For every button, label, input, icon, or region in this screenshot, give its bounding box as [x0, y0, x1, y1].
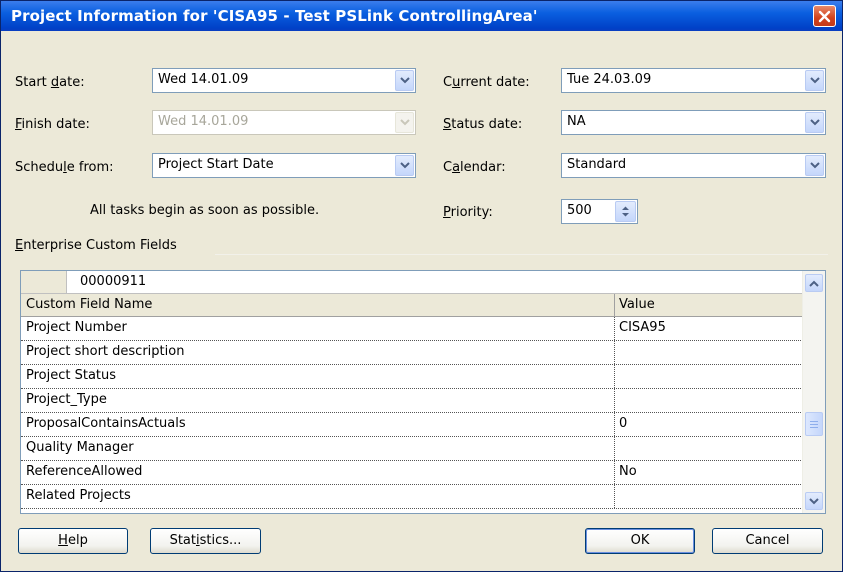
cancel-button[interactable]: Cancel	[712, 528, 823, 554]
status-date-combo[interactable]: NA	[561, 110, 826, 135]
schedule-from-combo[interactable]: Project Start Date	[152, 153, 416, 178]
table-row[interactable]: Project_Type	[21, 389, 803, 413]
close-icon	[818, 10, 831, 23]
column-divider[interactable]	[614, 294, 615, 316]
finish-date-value: Wed 14.01.09	[158, 114, 249, 129]
vertical-scrollbar[interactable]	[802, 271, 825, 513]
finish-date-dropdown-button	[395, 112, 414, 133]
calendar-combo[interactable]: Standard	[561, 153, 826, 178]
current-date-dropdown-button[interactable]	[805, 70, 824, 91]
field-name-cell[interactable]: ReferenceAllowed	[26, 464, 142, 479]
column-header-value[interactable]: Value	[619, 297, 655, 312]
priority-spin-button[interactable]	[615, 201, 636, 222]
calendar-dropdown-button[interactable]	[805, 155, 824, 176]
status-date-label: Status date:	[443, 117, 523, 132]
title-bar[interactable]: Project Information for 'CISA95 - Test P…	[1, 1, 842, 31]
edit-bar-value[interactable]: 00000911	[80, 274, 146, 289]
scroll-thumb[interactable]	[805, 412, 823, 436]
field-value-cell[interactable]: No	[619, 464, 637, 479]
priority-label: Priority:	[443, 205, 493, 220]
scroll-up-button[interactable]	[805, 274, 823, 292]
cell-divider	[614, 485, 615, 508]
cell-divider	[614, 389, 615, 412]
field-name-cell[interactable]: Project_Type	[26, 392, 107, 407]
priority-value: 500	[567, 203, 592, 218]
table-row[interactable]: Project short description	[21, 341, 803, 365]
project-information-dialog: Project Information for 'CISA95 - Test P…	[0, 0, 843, 572]
cell-divider	[614, 413, 615, 436]
grid-header: Custom Field Name Value	[21, 294, 803, 317]
field-name-cell[interactable]: ProposalContainsActuals	[26, 416, 186, 431]
schedule-from-label: Schedule from:	[15, 160, 114, 175]
cell-divider	[614, 365, 615, 388]
table-row[interactable]: Quality Manager	[21, 437, 803, 461]
help-button[interactable]: Help	[18, 528, 128, 554]
dialog-body: Start date: Wed 14.01.09 Finish date: We…	[5, 31, 838, 567]
custom-fields-grid[interactable]: 00000911 Custom Field Name Value Project…	[20, 270, 826, 514]
field-value-cell[interactable]: CISA95	[619, 320, 666, 335]
field-name-cell[interactable]: Quality Manager	[26, 440, 134, 455]
chevron-down-icon	[400, 162, 410, 169]
cell-divider	[614, 317, 615, 340]
start-date-dropdown-button[interactable]	[395, 70, 414, 91]
table-row[interactable]: Related Projects	[21, 485, 803, 509]
chevron-down-icon	[400, 77, 410, 84]
edit-bar-handle	[21, 271, 67, 293]
chevron-down-icon	[810, 162, 820, 169]
start-date-combo[interactable]: Wed 14.01.09	[152, 68, 416, 93]
spin-arrows-icon	[622, 206, 629, 217]
statistics-button[interactable]: Statistics...	[150, 528, 261, 554]
schedule-from-value: Project Start Date	[158, 157, 274, 172]
cell-divider	[614, 341, 615, 364]
scroll-down-button[interactable]	[805, 492, 823, 510]
ok-button[interactable]: OK	[585, 528, 695, 554]
table-row[interactable]: Project Status	[21, 365, 803, 389]
field-name-cell[interactable]: Project short description	[26, 344, 184, 359]
chevron-down-icon	[809, 498, 819, 505]
chevron-down-icon	[810, 119, 820, 126]
grip-line	[810, 424, 818, 425]
grip-line	[810, 421, 818, 422]
field-name-cell[interactable]: Project Number	[26, 320, 127, 335]
finish-date-label: Finish date:	[15, 117, 90, 132]
calendar-value: Standard	[567, 157, 627, 172]
grid-edit-bar[interactable]: 00000911	[21, 271, 803, 294]
group-separator	[215, 254, 828, 255]
table-row[interactable]: ReferenceAllowed No	[21, 461, 803, 485]
finish-date-combo: Wed 14.01.09	[152, 110, 416, 135]
close-button[interactable]	[813, 5, 836, 27]
field-name-cell[interactable]: Project Status	[26, 368, 116, 383]
start-date-value: Wed 14.01.09	[158, 72, 249, 87]
grip-line	[810, 427, 818, 428]
current-date-combo[interactable]: Tue 24.03.09	[561, 68, 826, 93]
status-date-value: NA	[567, 114, 586, 129]
cell-divider	[614, 461, 615, 484]
enterprise-custom-fields-label: Enterprise Custom Fields	[15, 238, 177, 253]
column-header-name[interactable]: Custom Field Name	[26, 297, 152, 312]
field-name-cell[interactable]: Related Projects	[26, 488, 131, 503]
dialog-title: Project Information for 'CISA95 - Test P…	[11, 7, 538, 25]
schedule-note: All tasks begin as soon as possible.	[90, 203, 320, 218]
calendar-label: Calendar:	[443, 160, 506, 175]
cell-divider	[614, 437, 615, 460]
schedule-from-dropdown-button[interactable]	[395, 155, 414, 176]
status-date-dropdown-button[interactable]	[805, 112, 824, 133]
priority-spinner[interactable]: 500	[561, 199, 638, 224]
chevron-down-icon	[810, 77, 820, 84]
current-date-label: Current date:	[443, 75, 530, 90]
chevron-down-icon	[400, 119, 410, 126]
table-row[interactable]: Project Number CISA95	[21, 317, 803, 341]
table-row[interactable]: ProposalContainsActuals 0	[21, 413, 803, 437]
chevron-up-icon	[809, 280, 819, 287]
field-value-cell[interactable]: 0	[619, 416, 627, 431]
current-date-value: Tue 24.03.09	[567, 72, 652, 87]
start-date-label: Start date:	[15, 75, 85, 90]
